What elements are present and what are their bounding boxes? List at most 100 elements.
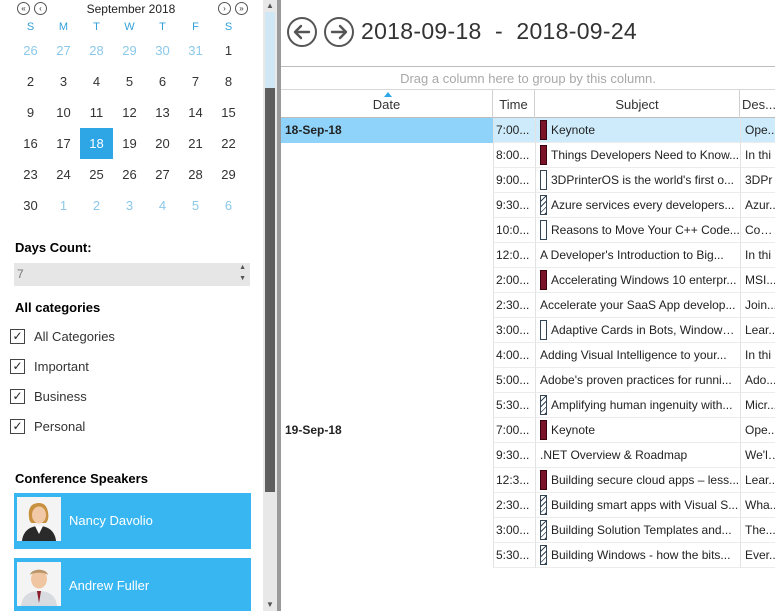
calendar-day[interactable]: 27 <box>47 35 80 66</box>
subject-cell[interactable]: 3DPrinterOS is the world's first o... <box>535 168 740 193</box>
next-year-button[interactable]: » <box>235 2 248 15</box>
calendar-day[interactable]: 4 <box>146 190 179 221</box>
date-cell[interactable] <box>281 368 493 393</box>
days-count-value[interactable]: 7 <box>17 267 24 281</box>
calendar-day[interactable]: 11 <box>80 97 113 128</box>
date-cell[interactable] <box>281 393 493 418</box>
category-option[interactable]: ✓ Important <box>10 356 240 378</box>
table-row[interactable]: 9:30... Azure services every developers..… <box>281 193 775 218</box>
calendar-day[interactable]: 10 <box>47 97 80 128</box>
calendar-day[interactable]: 5 <box>113 66 146 97</box>
date-cell[interactable] <box>281 268 493 293</box>
calendar-day[interactable]: 7 <box>179 66 212 97</box>
calendar-day[interactable]: 6 <box>212 190 245 221</box>
subject-cell[interactable]: Keynote <box>535 118 740 143</box>
time-cell[interactable]: 9:30... <box>493 193 535 218</box>
calendar-day[interactable]: 30 <box>14 190 47 221</box>
date-cell[interactable] <box>281 468 493 493</box>
category-option[interactable]: ✓ All Categories <box>10 326 240 348</box>
checkbox[interactable]: ✓ <box>10 329 25 344</box>
subject-cell[interactable]: Adding Visual Intelligence to your... <box>535 343 740 368</box>
calendar-day[interactable]: 12 <box>113 97 146 128</box>
time-cell[interactable]: 2:30... <box>493 293 535 318</box>
next-month-button[interactable]: › <box>218 2 231 15</box>
calendar-day[interactable]: 17 <box>47 128 80 159</box>
calendar-day[interactable]: 30 <box>146 35 179 66</box>
table-row[interactable]: 2:00... Accelerating Windows 10 enterpr..… <box>281 268 775 293</box>
category-option[interactable]: ✓ Business <box>10 386 240 408</box>
calendar-day[interactable]: 5 <box>179 190 212 221</box>
table-row[interactable]: 8:00... Things Developers Need to Know...… <box>281 143 775 168</box>
spin-up-icon[interactable]: ▲ <box>239 264 246 271</box>
description-cell[interactable]: The... <box>740 518 775 543</box>
calendar-day[interactable]: 16 <box>14 128 47 159</box>
date-cell[interactable] <box>281 343 493 368</box>
time-cell[interactable]: 5:30... <box>493 543 535 568</box>
calendar-day[interactable]: 26 <box>14 35 47 66</box>
description-cell[interactable]: Ado... <box>740 368 775 393</box>
date-cell[interactable] <box>281 318 493 343</box>
calendar-day[interactable]: 26 <box>113 159 146 190</box>
description-cell[interactable]: Micr... <box>740 393 775 418</box>
date-cell[interactable] <box>281 543 493 568</box>
table-row[interactable]: 12:0... A Developer's Introduction to Big… <box>281 243 775 268</box>
table-row[interactable]: 19-Sep-18 7:00... Keynote Ope... <box>281 418 775 443</box>
calendar-day[interactable]: 1 <box>212 35 245 66</box>
prev-year-button[interactable]: « <box>17 2 30 15</box>
description-cell[interactable]: In thi <box>740 143 775 168</box>
time-cell[interactable]: 8:00... <box>493 143 535 168</box>
date-cell[interactable] <box>281 518 493 543</box>
scroll-down-icon[interactable]: ▼ <box>263 599 277 611</box>
calendar-month-title[interactable]: September 2018 <box>60 2 202 16</box>
calendar-day[interactable]: 2 <box>14 66 47 97</box>
time-cell[interactable]: 7:00... <box>493 418 535 443</box>
table-row[interactable]: 3:00... Building Solution Templates and..… <box>281 518 775 543</box>
subject-cell[interactable]: .NET Overview & Roadmap <box>535 443 740 468</box>
description-cell[interactable]: Azur... <box>740 193 775 218</box>
date-cell[interactable] <box>281 443 493 468</box>
time-cell[interactable]: 10:0... <box>493 218 535 243</box>
subject-cell[interactable]: Keynote <box>535 418 740 443</box>
calendar-day[interactable]: 19 <box>113 128 146 159</box>
time-cell[interactable]: 5:30... <box>493 393 535 418</box>
description-cell[interactable]: MSI... <box>740 268 775 293</box>
description-cell[interactable]: In thi <box>740 243 775 268</box>
calendar-day[interactable]: 27 <box>146 159 179 190</box>
subject-cell[interactable]: Building Windows - how the bits... <box>535 543 740 568</box>
group-by-panel[interactable]: Drag a column here to group by this colu… <box>281 67 775 90</box>
spin-down-icon[interactable]: ▼ <box>239 275 246 282</box>
scrollbar-thumb[interactable] <box>265 88 275 492</box>
subject-cell[interactable]: Accelerate your SaaS App develop... <box>535 293 740 318</box>
time-cell[interactable]: 2:30... <box>493 493 535 518</box>
category-option[interactable]: ✓ Personal <box>10 416 240 438</box>
date-cell[interactable] <box>281 143 493 168</box>
date-cell[interactable]: 18-Sep-18 <box>281 118 493 143</box>
left-panel-scrollbar[interactable]: ▲ ▼ <box>263 0 277 611</box>
subject-cell[interactable]: Azure services every developers... <box>535 193 740 218</box>
time-cell[interactable]: 9:00... <box>493 168 535 193</box>
scrollbar-track[interactable] <box>265 12 275 88</box>
calendar-day[interactable]: 29 <box>113 35 146 66</box>
calendar-day[interactable]: 21 <box>179 128 212 159</box>
description-cell[interactable]: Wha... <box>740 493 775 518</box>
calendar-day[interactable]: 15 <box>212 97 245 128</box>
time-cell[interactable]: 3:00... <box>493 318 535 343</box>
table-row[interactable]: 10:0... Reasons to Move Your C++ Code... C… <box>281 218 775 243</box>
time-cell[interactable]: 12:0... <box>493 243 535 268</box>
calendar-day[interactable]: 6 <box>146 66 179 97</box>
subject-cell[interactable]: A Developer's Introduction to Big... <box>535 243 740 268</box>
date-cell[interactable]: 19-Sep-18 <box>281 418 493 443</box>
time-cell[interactable]: 9:30... <box>493 443 535 468</box>
calendar-day[interactable]: 8 <box>212 66 245 97</box>
checkbox[interactable]: ✓ <box>10 359 25 374</box>
description-cell[interactable]: In thi <box>740 343 775 368</box>
calendar-day[interactable]: 9 <box>14 97 47 128</box>
next-range-button[interactable] <box>324 17 354 47</box>
calendar-day[interactable]: 29 <box>212 159 245 190</box>
description-cell[interactable]: Com... <box>740 218 775 243</box>
scroll-up-icon[interactable]: ▲ <box>263 0 277 12</box>
time-cell[interactable]: 2:00... <box>493 268 535 293</box>
table-row[interactable]: 2:30... Building smart apps with Visual S… <box>281 493 775 518</box>
calendar-day[interactable]: 28 <box>80 35 113 66</box>
time-cell[interactable]: 3:00... <box>493 518 535 543</box>
